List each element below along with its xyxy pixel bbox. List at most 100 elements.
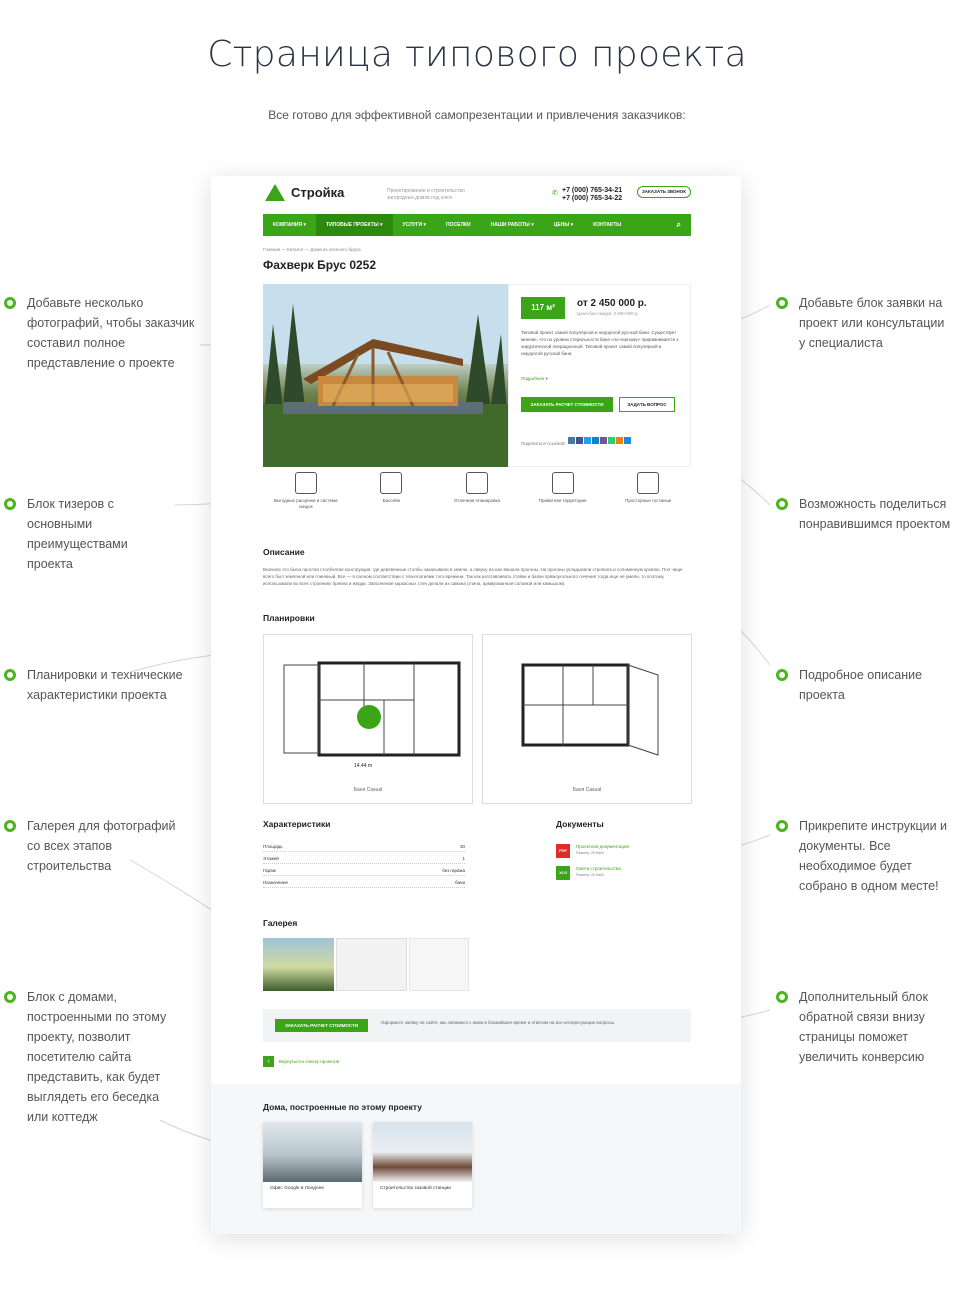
order-calc-button[interactable]: ЗАКАЗАТЬ РАСЧЕТ СТОИМОСТИ [521, 397, 613, 412]
note-dot [776, 991, 788, 1003]
gallery-thumb[interactable] [409, 938, 469, 991]
teaser-item: Выгодные расценки и система скидок [268, 472, 344, 522]
project-main-photo[interactable] [263, 284, 508, 467]
gallery-thumb[interactable] [263, 938, 334, 991]
odnoklassniki-icon[interactable] [616, 437, 623, 444]
cta-order-button[interactable]: ЗАКАЗАТЬ РАСЧЕТ СТОИМОСТИ [275, 1019, 368, 1032]
main-nav: КОМПАНИЯ ▾ ТИПОВЫЕ ПРОЕКТЫ ▾ УСЛУГИ ▾ ПО… [263, 214, 691, 236]
house-photo [373, 1122, 472, 1182]
char-value: без гаража [442, 868, 465, 873]
doc-link[interactable]: Смета строительства Размер: 29 байт [576, 866, 621, 878]
doc-link[interactable]: Проектная документация Размер: 29 байт [576, 844, 629, 856]
nav-item-contacts[interactable]: КОНТАКТЫ [583, 214, 631, 236]
floorplan-icon [465, 472, 488, 494]
char-row: Этажей 1 [263, 853, 465, 864]
char-key: Назначение [263, 880, 289, 885]
nav-item-villages[interactable]: ПОСЕЛКИ [436, 214, 481, 236]
plans-title: Планировки [263, 613, 315, 623]
nav-item-company[interactable]: КОМПАНИЯ ▾ [263, 214, 316, 236]
pdf-icon: PDF [556, 844, 570, 858]
teaser-item: Бассейн [353, 472, 429, 522]
char-value: бани [455, 880, 465, 885]
floor-plan-card[interactable]: Баня Casual [482, 634, 692, 804]
note-houses: Блок с домами, построенными по этому про… [27, 990, 167, 1124]
telegram-icon[interactable] [592, 437, 599, 444]
logo-text: Стройка [291, 185, 345, 200]
sofa-icon [637, 472, 660, 494]
svg-text:14.44 m: 14.44 m [354, 763, 372, 769]
feedback-block: ЗАКАЗАТЬ РАСЧЕТ СТОИМОСТИ Оформите заявк… [263, 1009, 691, 1042]
house-card[interactable]: Офис Google в Лондоне [263, 1122, 362, 1208]
houses-title: Дома, построенные по этому проекту [263, 1102, 422, 1112]
house-card-title: Строительство газовой станции [380, 1186, 451, 1191]
note-dot [776, 297, 788, 309]
plan-caption: Баня Casual [572, 787, 602, 793]
teaser-item: Просторные гостиные [610, 472, 686, 522]
plan-caption: Баня Casual [353, 787, 383, 793]
facebook-icon[interactable] [576, 437, 583, 444]
teaser-block: Выгодные расценки и система скидок Бассе… [263, 472, 691, 522]
price-box: 117 м² от 2 450 000 р. Цена без скидки: … [508, 284, 691, 467]
description-title: Описание [263, 547, 305, 557]
share-buttons [568, 437, 631, 444]
note-share: Возможность поделиться понравившимся про… [799, 497, 951, 531]
teaser-label: Бассейн [382, 498, 401, 503]
vk-icon[interactable] [568, 437, 575, 444]
doc-size: Размер: 29 байт [576, 873, 605, 877]
char-row: Гараж без гаража [263, 865, 465, 876]
phone-1[interactable]: +7 (000) 765-34-21 [562, 187, 622, 195]
char-value: 1 [462, 856, 465, 861]
docs-title: Документы [556, 819, 604, 829]
teaser-item: Приватная территория [525, 472, 601, 522]
note-documents: Прикрепите инструкции и документы. Все н… [799, 819, 948, 893]
doc-size: Размер: 29 байт [576, 851, 605, 855]
nav-item-prices[interactable]: ЦЕНЫ ▾ [544, 214, 583, 236]
floor-plan-drawing: 14.44 m [283, 661, 461, 769]
whatsapp-icon[interactable] [608, 437, 615, 444]
char-row: Назначение бани [263, 877, 465, 888]
nav-item-works[interactable]: НАШИ РАБОТЫ ▾ [481, 214, 544, 236]
gallery-title: Галерея [263, 918, 298, 928]
house-photo-illustration [263, 284, 508, 467]
char-key: Площадь [263, 844, 283, 849]
ask-question-button[interactable]: ЗАДАТЬ ВОПРОС [619, 397, 675, 412]
gallery-thumb[interactable] [336, 938, 407, 991]
teaser-label: Отличная планировка [453, 498, 501, 503]
note-photos: Добавьте несколько фотографий, чтобы зак… [27, 296, 195, 370]
back-link[interactable]: ‹ Вернуться к списку проектов [263, 1056, 339, 1067]
fence-icon [551, 472, 574, 494]
price-old: Цена без скидки: 2 600 000 р. [577, 311, 639, 316]
note-description: Подробное описание проекта [799, 668, 923, 702]
search-icon[interactable]: ⌕ [667, 214, 691, 236]
note-dot [776, 669, 788, 681]
more-link[interactable]: Подробнее ▾ [521, 376, 548, 382]
phone-2[interactable]: +7 (000) 765-34-22 [562, 195, 622, 203]
breadcrumb[interactable]: Главная — Каталог — Дома из клееного бру… [263, 247, 361, 252]
floor-plan-card[interactable]: 14.44 m Баня Casual [263, 634, 473, 804]
teaser-item: Отличная планировка [439, 472, 515, 522]
area-badge: 117 м² [521, 297, 565, 319]
phones: +7 (000) 765-34-21 +7 (000) 765-34-22 [562, 187, 622, 203]
mailru-icon[interactable] [624, 437, 631, 444]
note-dot [4, 820, 16, 832]
house-card[interactable]: Строительство газовой станции [373, 1122, 472, 1208]
call-button[interactable]: ЗАКАЗАТЬ ЗВОНОК [637, 186, 691, 198]
chars-title: Характеристики [263, 819, 331, 829]
site-mockup: Стройка Проектирование и строительство з… [211, 176, 741, 1234]
viber-icon[interactable] [600, 437, 607, 444]
chevron-left-icon: ‹ [263, 1056, 274, 1067]
char-key: Этажей [263, 856, 279, 861]
page-subtitle: Все готово для эффективной самопрезентац… [268, 108, 686, 122]
note-teasers: Блок тизеров с основными преимуществами … [27, 497, 128, 571]
pool-icon [380, 472, 403, 494]
twitter-icon[interactable] [584, 437, 591, 444]
phone-icon: ✆ [552, 190, 558, 197]
note-dot [776, 498, 788, 510]
cta-text: Оформите заявку на сайте, мы свяжемся с … [381, 1020, 616, 1025]
nav-item-services[interactable]: УСЛУГИ ▾ [393, 214, 437, 236]
note-dot [4, 297, 16, 309]
nav-item-projects[interactable]: ТИПОВЫЕ ПРОЕКТЫ ▾ [316, 214, 393, 236]
site-logo[interactable]: Стройка [265, 184, 344, 201]
house-percent-icon [294, 472, 317, 494]
house-card-title: Офис Google в Лондоне [270, 1186, 325, 1191]
